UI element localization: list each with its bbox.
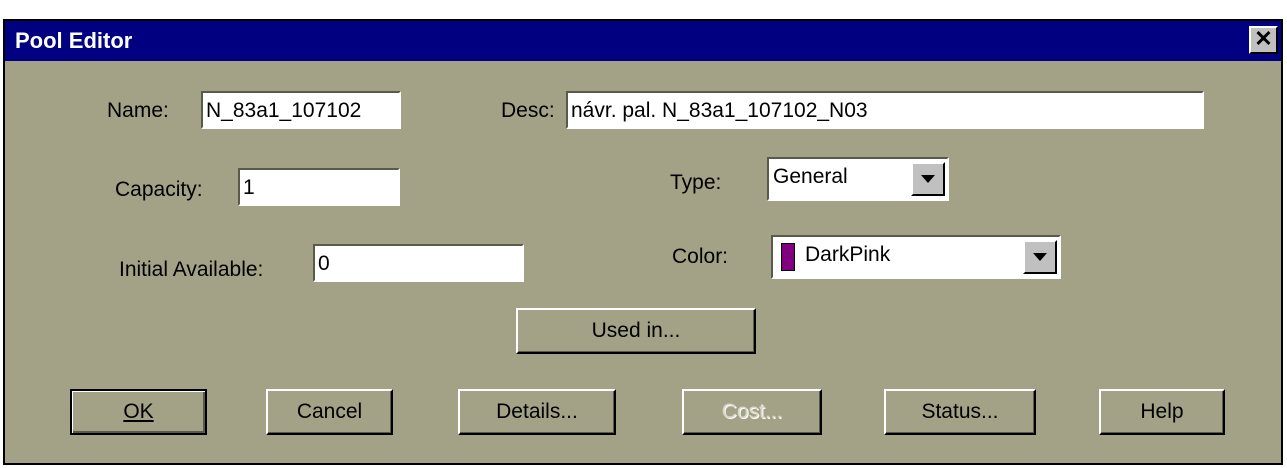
close-button[interactable]: ✕	[1249, 26, 1278, 54]
type-label: Type:	[670, 171, 722, 194]
close-icon: ✕	[1254, 26, 1273, 51]
name-field[interactable]: N_83a1_107102	[201, 91, 401, 129]
chevron-down-icon[interactable]	[1023, 240, 1057, 274]
pool-editor-dialog: Pool Editor ✕ Name: N_83a1_107102 Desc: …	[3, 19, 1283, 465]
initial-available-label: Initial Available:	[119, 258, 264, 281]
color-swatch	[781, 243, 795, 271]
name-label: Name:	[107, 99, 169, 122]
color-select-value: DarkPink	[805, 243, 891, 266]
color-label: Color:	[672, 245, 729, 268]
capacity-label: Capacity:	[115, 178, 203, 201]
dialog-title: Pool Editor	[15, 28, 133, 53]
details-button[interactable]: Details...	[458, 389, 616, 435]
ok-label: OK	[123, 400, 154, 423]
used-in-button[interactable]: Used in...	[516, 308, 756, 354]
ok-button[interactable]: OK	[70, 389, 207, 435]
cancel-button[interactable]: Cancel	[266, 389, 393, 435]
help-button[interactable]: Help	[1099, 389, 1225, 435]
chevron-down-icon[interactable]	[911, 162, 945, 196]
desc-label: Desc:	[501, 99, 555, 122]
type-select[interactable]: General	[767, 157, 949, 201]
desc-field[interactable]: návr. pal. N_83a1_107102_N03	[566, 91, 1204, 129]
type-select-value: General	[773, 165, 848, 188]
status-button[interactable]: Status...	[884, 389, 1036, 435]
cost-button[interactable]: Cost...	[682, 389, 822, 435]
capacity-field[interactable]: 1	[238, 168, 400, 206]
color-select[interactable]: DarkPink	[771, 235, 1061, 279]
initial-available-field[interactable]: 0	[313, 244, 524, 282]
title-bar[interactable]: Pool Editor ✕	[5, 21, 1281, 61]
